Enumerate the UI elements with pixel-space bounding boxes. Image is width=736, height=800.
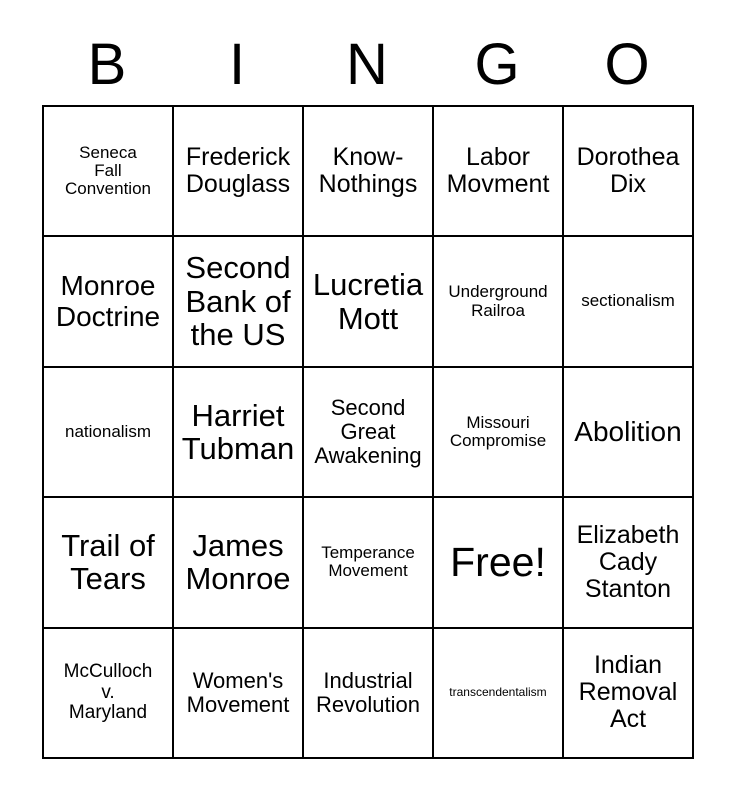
bingo-header-letter-g: G [474, 32, 520, 97]
bingo-cell-label: Elizabeth Cady Stanton [576, 520, 680, 603]
bingo-cell-label: Trail of Tears [61, 527, 155, 597]
bingo-cell-label: Abolition [574, 415, 682, 447]
bingo-cell[interactable]: Know- Nothings [304, 107, 434, 238]
bingo-cell[interactable]: sectionalism [564, 237, 694, 368]
bingo-cell-label: sectionalism [581, 291, 675, 311]
bingo-cell-label: Free! [450, 539, 546, 586]
bingo-header: B I N G O [42, 28, 692, 102]
bingo-cell[interactable]: McCulloch v. Maryland [44, 628, 174, 759]
bingo-cell-label: James Monroe [185, 527, 291, 597]
bingo-cell[interactable]: Temperance Movement [304, 498, 434, 629]
bingo-cell-label: nationalism [65, 421, 151, 441]
bingo-header-letter-i: I [228, 32, 246, 97]
bingo-cell[interactable]: transcendentalism [434, 628, 564, 759]
bingo-cell[interactable]: Trail of Tears [44, 498, 174, 629]
bingo-header-letter-o: O [604, 32, 650, 97]
bingo-cell[interactable]: Frederick Douglass [174, 107, 304, 238]
bingo-cell[interactable]: Seneca Fall Convention [44, 107, 174, 238]
bingo-cell[interactable]: Second Great Awakening [304, 367, 434, 499]
bingo-cell-label: Second Great Awakening [314, 395, 422, 468]
bingo-cell-label: Lucretia Mott [312, 267, 424, 336]
bingo-cell-label: transcendentalism [449, 685, 547, 700]
bingo-cell-label: Underground Railroa [448, 282, 548, 320]
bingo-cell-label: Frederick Douglass [185, 143, 291, 199]
bingo-cell[interactable]: Industrial Revolution [304, 628, 434, 759]
bingo-cell[interactable]: Second Bank of the US [174, 237, 304, 368]
bingo-cell-label: Seneca Fall Convention [64, 142, 151, 199]
bingo-cell[interactable]: Monroe Doctrine [44, 237, 174, 368]
bingo-cell-label: Missouri Compromise [449, 412, 547, 450]
bingo-cell-label: Know- Nothings [318, 143, 418, 199]
bingo-cell-label: Harriet Tubman [181, 397, 295, 466]
bingo-header-letter-n: N [346, 32, 388, 97]
bingo-cell-label: Dorothea Dix [576, 143, 680, 199]
bingo-header-letter-b: B [87, 32, 127, 97]
bingo-cell[interactable]: James Monroe [174, 498, 304, 629]
bingo-cell-label: Indian Removal Act [578, 651, 678, 734]
bingo-cell[interactable]: Indian Removal Act [564, 628, 694, 759]
bingo-cell[interactable]: Elizabeth Cady Stanton [564, 498, 694, 629]
bingo-cell[interactable]: Harriet Tubman [174, 367, 304, 499]
bingo-cell[interactable]: Dorothea Dix [564, 107, 694, 238]
bingo-cell[interactable]: Women's Movement [174, 628, 304, 759]
bingo-cell-label: Second Bank of the US [185, 250, 291, 353]
bingo-cell[interactable]: Free! [434, 498, 564, 629]
bingo-cell[interactable]: Underground Railroa [434, 237, 564, 368]
bingo-cell-label: Monroe Doctrine [55, 270, 161, 332]
bingo-cell-label: Industrial Revolution [316, 668, 420, 717]
bingo-cell[interactable]: Labor Movment [434, 107, 564, 238]
bingo-grid: Seneca Fall Convention Frederick Douglass… [42, 105, 694, 759]
bingo-cell-label: Women's Movement [186, 668, 290, 717]
bingo-cell-label: McCulloch v. Maryland [63, 660, 153, 724]
bingo-cell[interactable]: Abolition [564, 367, 694, 499]
bingo-cell-label: Labor Movment [446, 143, 550, 199]
bingo-cell[interactable]: Lucretia Mott [304, 237, 434, 368]
bingo-cell[interactable]: Missouri Compromise [434, 367, 564, 499]
bingo-cell-label: Temperance Movement [321, 543, 415, 581]
bingo-cell[interactable]: nationalism [44, 367, 174, 499]
bingo-card: B I N G O Seneca Fall Convention Frederic… [0, 0, 736, 800]
